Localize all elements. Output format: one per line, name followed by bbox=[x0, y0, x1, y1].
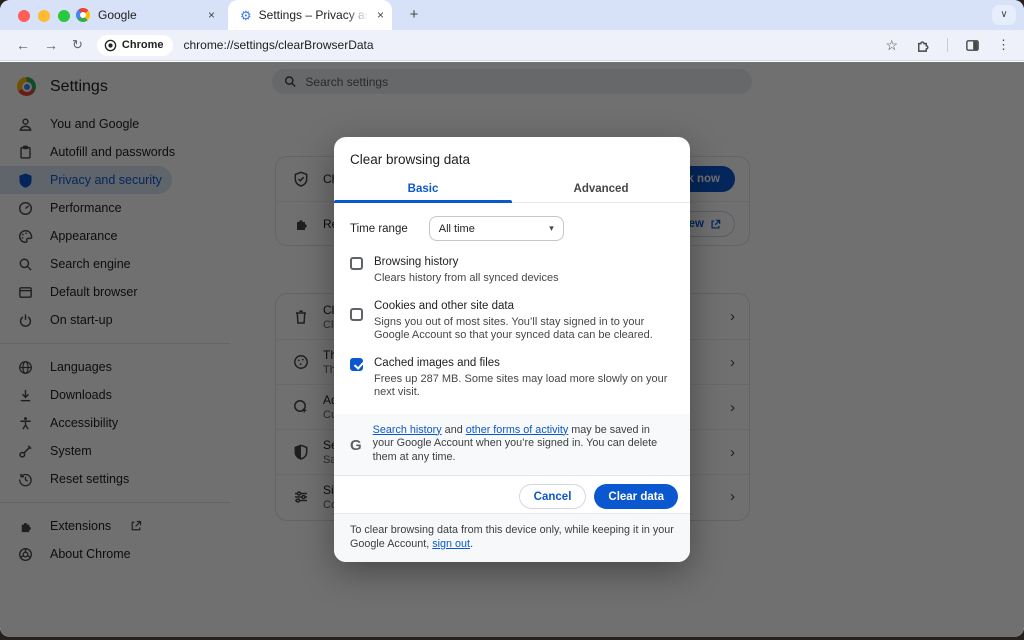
new-tab-button[interactable]: + bbox=[404, 5, 424, 25]
close-window-button[interactable] bbox=[18, 10, 30, 22]
chrome-url-chip[interactable]: Chrome bbox=[97, 35, 174, 56]
checkbox-sublabel: Signs you out of most sites. You’ll stay… bbox=[374, 316, 674, 343]
checkbox-label: Cookies and other site data bbox=[374, 300, 674, 313]
tab-google[interactable]: Google × bbox=[62, 0, 225, 30]
bookmark-star-icon[interactable]: ☆ bbox=[885, 37, 898, 54]
dialog-footer: To clear browsing data from this device … bbox=[334, 513, 690, 562]
google-account-notice: G Search history and other forms of acti… bbox=[334, 414, 690, 477]
browsing-history-checkbox[interactable] bbox=[350, 257, 363, 270]
cancel-button[interactable]: Cancel bbox=[519, 484, 587, 509]
time-range-select[interactable]: All time ▾ bbox=[429, 216, 564, 241]
dialog-tabs: Basic Advanced bbox=[334, 177, 690, 203]
extensions-icon[interactable] bbox=[915, 38, 930, 53]
reload-icon[interactable]: ↻ bbox=[72, 37, 83, 53]
close-tab-icon[interactable]: × bbox=[377, 8, 384, 22]
close-tab-icon[interactable]: × bbox=[208, 8, 215, 22]
tab-search-chevron-button[interactable]: ∨ bbox=[992, 5, 1016, 25]
settings-gear-favicon: ⚙ bbox=[240, 9, 252, 22]
clear-data-button[interactable]: Clear data bbox=[594, 484, 678, 509]
minimize-window-button[interactable] bbox=[38, 10, 50, 22]
time-range-value: All time bbox=[439, 223, 475, 235]
search-history-link[interactable]: Search history bbox=[373, 424, 442, 436]
dialog-title: Clear browsing data bbox=[334, 137, 690, 167]
tab-settings[interactable]: ⚙ Settings – Privacy and security × bbox=[228, 0, 392, 30]
tab-basic[interactable]: Basic bbox=[334, 177, 512, 202]
tab-title: Google bbox=[98, 8, 202, 22]
checkbox-row-cached-images: Cached images and files Frees up 287 MB.… bbox=[350, 357, 674, 400]
toolbar: ← → ↻ Chrome chrome://settings/clearBrow… bbox=[0, 30, 1024, 61]
address-bar[interactable]: chrome://settings/clearBrowserData bbox=[183, 38, 885, 52]
google-favicon bbox=[76, 8, 90, 22]
google-g-icon: G bbox=[350, 438, 362, 465]
clear-browsing-data-dialog: Clear browsing data Basic Advanced Time … bbox=[334, 137, 690, 562]
checkbox-sublabel: Clears history from all synced devices bbox=[374, 272, 559, 286]
other-activity-link[interactable]: other forms of activity bbox=[466, 424, 569, 436]
time-range-label: Time range bbox=[350, 223, 408, 235]
side-panel-icon[interactable] bbox=[965, 38, 980, 53]
browser-window: Google × ⚙ Settings – Privacy and securi… bbox=[0, 0, 1024, 637]
sign-out-link[interactable]: sign out bbox=[432, 538, 470, 550]
checkbox-sublabel: Frees up 287 MB. Some sites may load mor… bbox=[374, 373, 674, 400]
more-menu-icon[interactable]: ⋮ bbox=[997, 37, 1010, 53]
checkbox-row-browsing-history: Browsing history Clears history from all… bbox=[350, 256, 674, 286]
toolbar-divider bbox=[947, 38, 948, 52]
chip-label: Chrome bbox=[122, 39, 164, 51]
checkbox-label: Browsing history bbox=[374, 256, 559, 269]
dialog-actions: Cancel Clear data bbox=[334, 476, 690, 509]
checkbox-label: Cached images and files bbox=[374, 357, 674, 370]
tab-strip: Google × ⚙ Settings – Privacy and securi… bbox=[0, 0, 1024, 30]
forward-icon[interactable]: → bbox=[44, 37, 58, 53]
cookies-checkbox[interactable] bbox=[350, 308, 363, 321]
cached-images-checkbox[interactable] bbox=[350, 358, 363, 371]
tab-advanced[interactable]: Advanced bbox=[512, 177, 690, 202]
chevron-down-icon: ▾ bbox=[549, 223, 554, 234]
back-icon[interactable]: ← bbox=[16, 37, 30, 53]
checkbox-row-cookies: Cookies and other site data Signs you ou… bbox=[350, 300, 674, 343]
chrome-logo-icon bbox=[104, 39, 117, 52]
tab-title: Settings – Privacy and security bbox=[259, 8, 371, 22]
